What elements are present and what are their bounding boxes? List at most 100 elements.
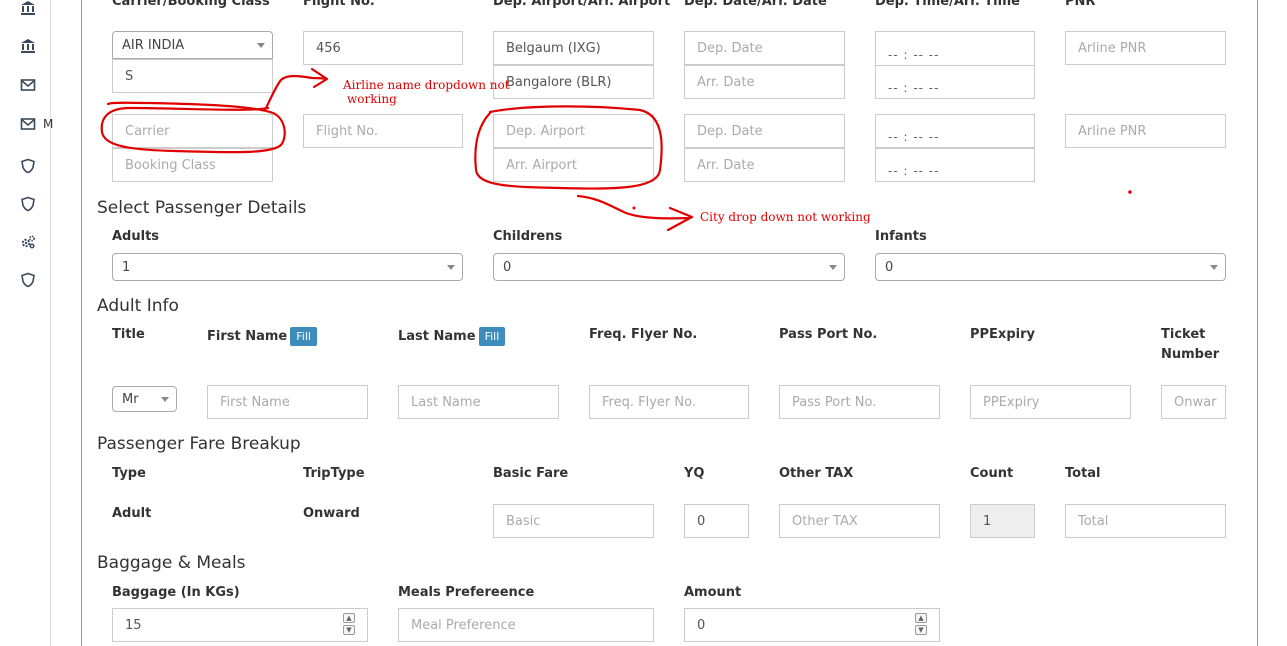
meals-label: Meals Prefereence xyxy=(398,585,535,600)
flight-no-input-1[interactable]: 456 xyxy=(303,31,463,65)
dep-time-value-1: -- : -- -- xyxy=(888,47,940,62)
section-title-adult-info: Adult Info xyxy=(97,296,179,316)
dep-airport-input-2[interactable]: Dep. Airport xyxy=(493,114,654,148)
arr-airport-input-1[interactable]: Bangalore (BLR) xyxy=(493,65,654,99)
adults-select[interactable]: 1 xyxy=(112,253,463,281)
dep-time-input-1[interactable]: -- : -- -- xyxy=(875,31,1035,66)
last-name-header: Last Name Fill xyxy=(398,327,506,346)
carrier-search-input[interactable]: S xyxy=(112,59,273,93)
arr-time-value-1: -- : -- -- xyxy=(888,81,940,95)
header-carrier-class: Carrier/Booking Class xyxy=(112,0,270,9)
dep-airport-value-1: Belgaum (IXG) xyxy=(506,40,601,56)
dep-date-input-2[interactable]: Dep. Date xyxy=(684,114,845,148)
meal-preference-input[interactable]: Meal Preference xyxy=(398,608,654,642)
pnr-input-2[interactable]: Arline PNR xyxy=(1065,114,1226,148)
header-times: Dep. Time/Arr. Time xyxy=(875,0,1020,9)
envelope-icon[interactable] xyxy=(20,116,36,132)
flight-no-value-1: 456 xyxy=(316,40,341,56)
spinner-up-icon[interactable]: ▲ xyxy=(343,613,355,623)
pnr-placeholder-2: Arline PNR xyxy=(1078,123,1147,139)
first-name-placeholder: First Name xyxy=(220,394,290,410)
arr-date-placeholder-2: Arr. Date xyxy=(697,157,755,173)
airline-dropdown-note-line1: Airline name dropdown not xyxy=(343,78,510,92)
ppexpiry-input[interactable]: PPExpiry xyxy=(970,385,1131,419)
spinner-up-icon[interactable]: ▲ xyxy=(915,613,927,623)
passport-input[interactable]: Pass Port No. xyxy=(779,385,940,419)
arr-date-placeholder-1: Arr. Date xyxy=(697,74,755,90)
arr-date-input-1[interactable]: Arr. Date xyxy=(684,65,845,99)
flight-no-placeholder-2: Flight No. xyxy=(316,123,379,139)
chevron-down-icon xyxy=(447,265,455,270)
booking-class-input-2[interactable]: Booking Class xyxy=(112,148,273,182)
carrier-input-2[interactable]: Carrier xyxy=(112,114,273,148)
other-tax-placeholder: Other TAX xyxy=(792,513,858,529)
ppexpiry-header: PPExpiry xyxy=(970,327,1035,342)
childrens-select[interactable]: 0 xyxy=(493,253,845,281)
freq-flyer-header: Freq. Flyer No. xyxy=(589,327,698,342)
dep-date-placeholder-1: Dep. Date xyxy=(697,40,763,56)
bank-icon[interactable] xyxy=(20,38,36,54)
first-name-fill-button[interactable]: Fill xyxy=(290,327,317,346)
arr-time-input-2[interactable]: -- : -- -- xyxy=(875,148,1035,182)
sidebar: M xyxy=(0,0,53,646)
header-pnr: PNR xyxy=(1065,0,1096,9)
amount-value: 0 xyxy=(697,617,706,633)
adults-select-value: 1 xyxy=(122,259,131,275)
header-dates: Dep. Date/Arr. Date xyxy=(684,0,827,9)
last-name-placeholder: Last Name xyxy=(411,394,481,410)
arr-time-input-1[interactable]: -- : -- -- xyxy=(875,65,1035,99)
shield-icon[interactable] xyxy=(20,272,36,288)
chevron-down-icon xyxy=(257,43,265,48)
baggage-spinner[interactable]: ▲ ▼ xyxy=(343,613,355,635)
chevron-down-icon xyxy=(829,265,837,270)
shield-icon[interactable] xyxy=(20,196,36,212)
arr-airport-input-2[interactable]: Arr. Airport xyxy=(493,148,654,182)
chevron-down-icon xyxy=(161,397,169,402)
chevron-down-icon xyxy=(1210,265,1218,270)
shield-icon[interactable] xyxy=(20,158,36,174)
amount-spinner[interactable]: ▲ ▼ xyxy=(915,613,927,635)
sidebar-truncated-label[interactable]: M xyxy=(43,117,53,131)
last-name-input[interactable]: Last Name xyxy=(398,385,559,419)
spinner-down-icon[interactable]: ▼ xyxy=(915,625,927,635)
freq-flyer-input[interactable]: Freq. Flyer No. xyxy=(589,385,749,419)
dep-time-input-2[interactable]: -- : -- -- xyxy=(875,114,1035,148)
bank-icon[interactable] xyxy=(20,0,36,16)
first-name-input[interactable]: First Name xyxy=(207,385,368,419)
section-title-passenger-details: Select Passenger Details xyxy=(97,198,307,218)
arr-date-input-2[interactable]: Arr. Date xyxy=(684,148,845,182)
yq-input[interactable]: 0 xyxy=(684,504,749,538)
section-title-fare-breakup: Passenger Fare Breakup xyxy=(97,434,301,454)
total-header: Total xyxy=(1065,466,1101,481)
spinner-down-icon[interactable]: ▼ xyxy=(343,625,355,635)
freq-flyer-placeholder: Freq. Flyer No. xyxy=(602,394,696,410)
first-name-header: First Name Fill xyxy=(207,327,317,346)
basic-fare-input[interactable]: Basic xyxy=(493,504,654,538)
total-input[interactable]: Total xyxy=(1065,504,1226,538)
infants-select[interactable]: 0 xyxy=(875,253,1226,281)
amount-input[interactable]: 0 ▲ ▼ xyxy=(684,608,940,642)
dep-airport-input-1[interactable]: Belgaum (IXG) xyxy=(493,31,654,65)
ticket-header-line2: Number xyxy=(1161,347,1220,362)
basic-fare-header: Basic Fare xyxy=(493,466,569,481)
booking-class-placeholder-2: Booking Class xyxy=(125,157,216,173)
count-value: 1 xyxy=(983,513,992,529)
last-name-fill-button[interactable]: Fill xyxy=(478,327,506,346)
flight-no-input-2[interactable]: Flight No. xyxy=(303,114,463,148)
other-tax-input[interactable]: Other TAX xyxy=(779,504,940,538)
carrier-select[interactable]: AIR INDIA xyxy=(112,31,273,59)
ticket-number-input[interactable]: Onwar xyxy=(1161,385,1226,419)
header-flight-no: Flight No. xyxy=(303,0,375,9)
basic-fare-placeholder: Basic xyxy=(506,513,541,529)
ticket-number-placeholder: Onwar xyxy=(1174,394,1217,410)
arr-airport-value-1: Bangalore (BLR) xyxy=(506,74,612,90)
pnr-input-1[interactable]: Arline PNR xyxy=(1065,31,1226,65)
envelope-icon[interactable] xyxy=(20,77,36,93)
ppexpiry-placeholder: PPExpiry xyxy=(983,394,1040,410)
dep-date-input-1[interactable]: Dep. Date xyxy=(684,31,845,65)
title-select[interactable]: Mr xyxy=(112,386,177,412)
cogs-icon[interactable] xyxy=(20,234,36,250)
carrier-placeholder-2: Carrier xyxy=(125,123,170,139)
baggage-input[interactable]: 15 ▲ ▼ xyxy=(112,608,368,642)
pnr-placeholder-1: Arline PNR xyxy=(1078,40,1147,56)
